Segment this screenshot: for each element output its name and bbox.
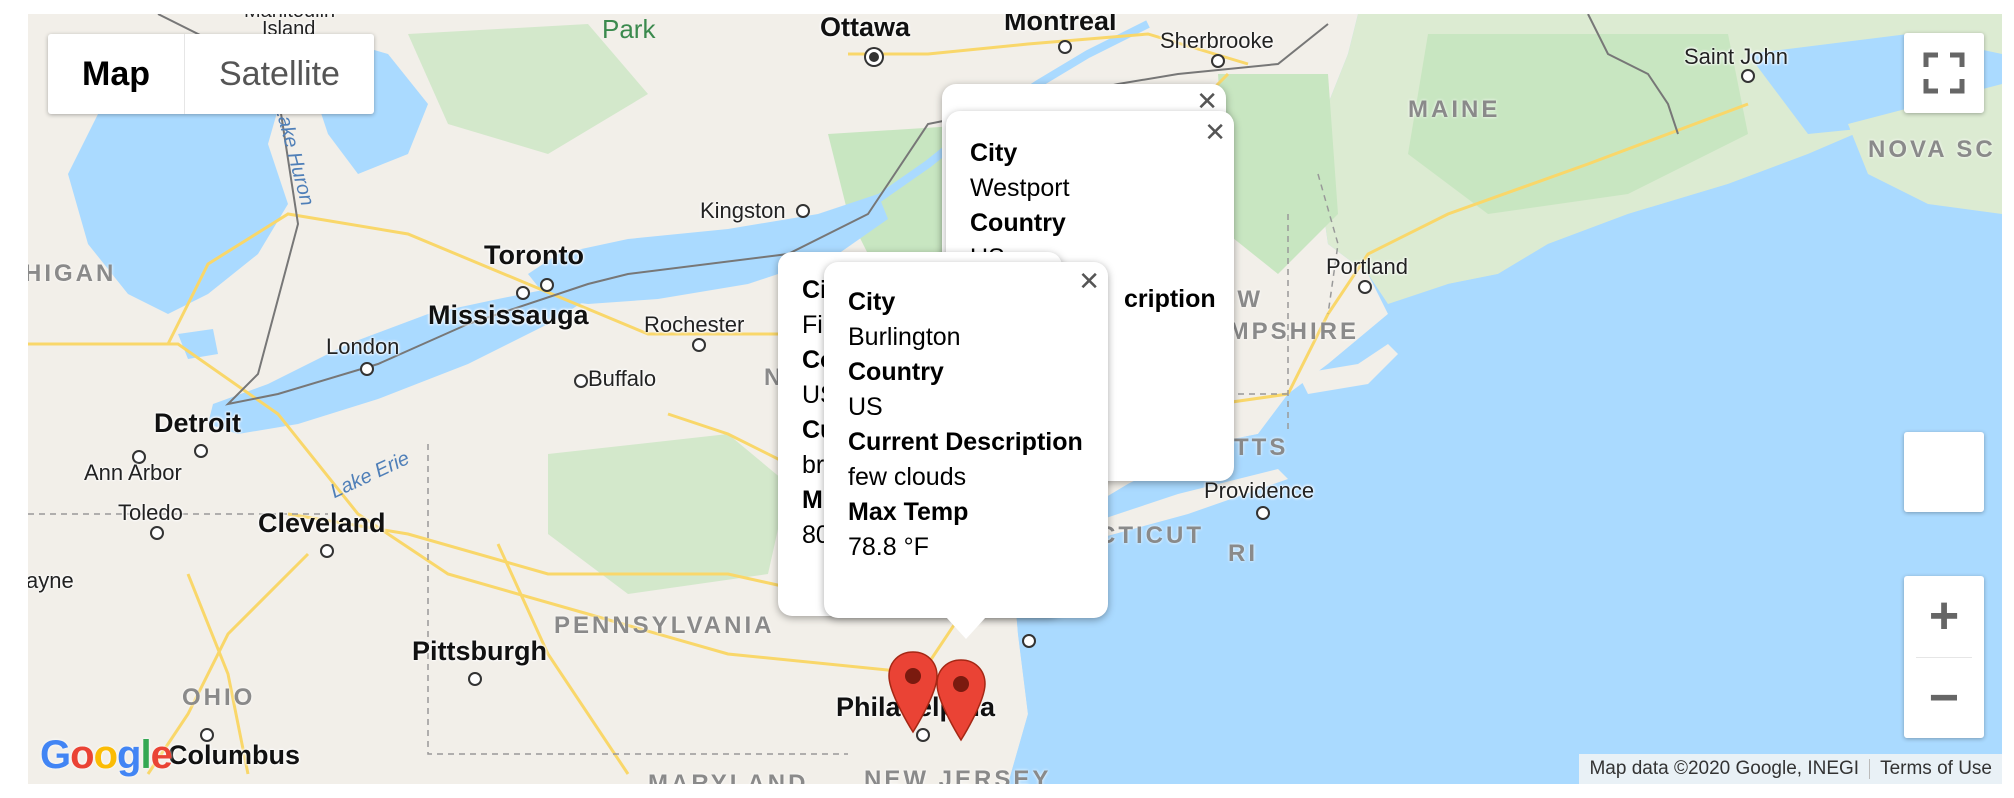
place-pittsburgh: Pittsburgh bbox=[412, 636, 547, 666]
close-icon[interactable]: ✕ bbox=[1204, 119, 1226, 145]
region-connecticut: CTICUT bbox=[1098, 522, 1204, 549]
place-ottawa: Ottawa bbox=[820, 14, 911, 42]
city-dot bbox=[540, 278, 554, 292]
region-ri: RI bbox=[1228, 540, 1258, 567]
place-providence: Providence bbox=[1204, 478, 1315, 503]
city-dot bbox=[796, 204, 810, 218]
city-dot bbox=[1256, 506, 1270, 520]
city-dot bbox=[150, 526, 164, 540]
map-canvas[interactable]: Manitoulin Island Park Ottawa Montreal S… bbox=[28, 14, 2002, 784]
city-dot bbox=[692, 338, 706, 352]
region-maine: MAINE bbox=[1408, 96, 1501, 123]
city-dot bbox=[516, 286, 530, 300]
city-dot bbox=[1058, 40, 1072, 54]
place-ann-arbor: Ann Arbor bbox=[84, 460, 182, 485]
field-city-value: Westport bbox=[970, 174, 1070, 202]
place-kingston: Kingston bbox=[700, 198, 786, 223]
map-type-satellite-button[interactable]: Satellite bbox=[185, 34, 374, 114]
place-mississauga: Mississauga bbox=[428, 300, 589, 330]
place-portland: Portland bbox=[1326, 254, 1408, 279]
region-michigan: HIGAN bbox=[28, 260, 117, 287]
field-country-label: Country bbox=[848, 358, 944, 386]
park-label: Park bbox=[602, 14, 656, 44]
place-columbus: Columbus bbox=[168, 740, 300, 770]
city-dot bbox=[574, 374, 588, 388]
city-dot bbox=[468, 672, 482, 686]
attribution-bar: Map data ©2020 Google, INEGI Terms of Us… bbox=[1579, 754, 2002, 784]
place-toronto: Toronto bbox=[484, 240, 584, 270]
pegman-control[interactable] bbox=[1904, 432, 1984, 512]
place-rochester: Rochester bbox=[644, 312, 745, 337]
fullscreen-button[interactable] bbox=[1904, 33, 1984, 113]
map-type-control: Map Satellite bbox=[48, 34, 374, 114]
field-city-label: City bbox=[970, 139, 1018, 167]
map-marker-icon[interactable] bbox=[934, 658, 988, 742]
city-dot bbox=[1211, 54, 1225, 68]
region-new-jersey: NEW JERSEY bbox=[864, 766, 1052, 784]
place-montreal: Montreal bbox=[1004, 14, 1117, 36]
place-london: London bbox=[326, 334, 400, 359]
field-temp-label: Max Temp bbox=[848, 498, 969, 526]
place-cleveland: Cleveland bbox=[258, 508, 386, 538]
map-data-attribution: Map data ©2020 Google, INEGI bbox=[1589, 758, 1860, 779]
field-country-value: US bbox=[848, 393, 883, 421]
field-description-value: few clouds bbox=[848, 463, 967, 491]
field-description-partial: cription bbox=[1124, 285, 1216, 313]
city-dot bbox=[1358, 280, 1372, 294]
city-dot bbox=[194, 444, 208, 458]
field-description-label: Current Description bbox=[848, 428, 1083, 456]
info-window-tail bbox=[946, 617, 986, 639]
place-detroit: Detroit bbox=[154, 408, 241, 438]
region-maryland: MARYLAND bbox=[648, 770, 809, 784]
region-pennsylvania: PENNSYLVANIA bbox=[554, 612, 775, 639]
place-buffalo: Buffalo bbox=[588, 366, 657, 391]
place-saint-john: Saint John bbox=[1684, 44, 1788, 69]
field-country-label: Country bbox=[970, 209, 1066, 237]
info-window-burlington: ✕ City Burlington Country US Current Des… bbox=[824, 262, 1108, 639]
city-dot bbox=[320, 544, 334, 558]
map-type-map-button[interactable]: Map bbox=[48, 34, 185, 114]
zoom-control: + − bbox=[1904, 576, 1984, 738]
city-dot bbox=[360, 362, 374, 376]
region-nova-scotia: NOVA SC bbox=[1868, 136, 1996, 163]
field-temp-value: 78.8 °F bbox=[848, 533, 929, 561]
field-city-label: City bbox=[848, 288, 896, 316]
place-toledo: Toledo bbox=[118, 500, 183, 525]
zoom-out-button[interactable]: − bbox=[1904, 658, 1984, 738]
field-city-value: Burlington bbox=[848, 323, 961, 351]
fullscreen-icon bbox=[1923, 52, 1965, 94]
capital-marker bbox=[869, 52, 879, 62]
city-dot bbox=[1741, 69, 1755, 83]
city-dot bbox=[200, 728, 214, 742]
region-ohio: OHIO bbox=[182, 684, 256, 711]
place-sherbrooke: Sherbrooke bbox=[1160, 28, 1274, 53]
place-wayne: ayne bbox=[28, 568, 74, 593]
map-marker-icon[interactable] bbox=[886, 650, 940, 734]
city-dot bbox=[1022, 634, 1036, 648]
zoom-in-button[interactable]: + bbox=[1904, 576, 1984, 656]
terms-of-use-link[interactable]: Terms of Use bbox=[1870, 758, 2002, 780]
google-logo: Google bbox=[40, 733, 173, 777]
